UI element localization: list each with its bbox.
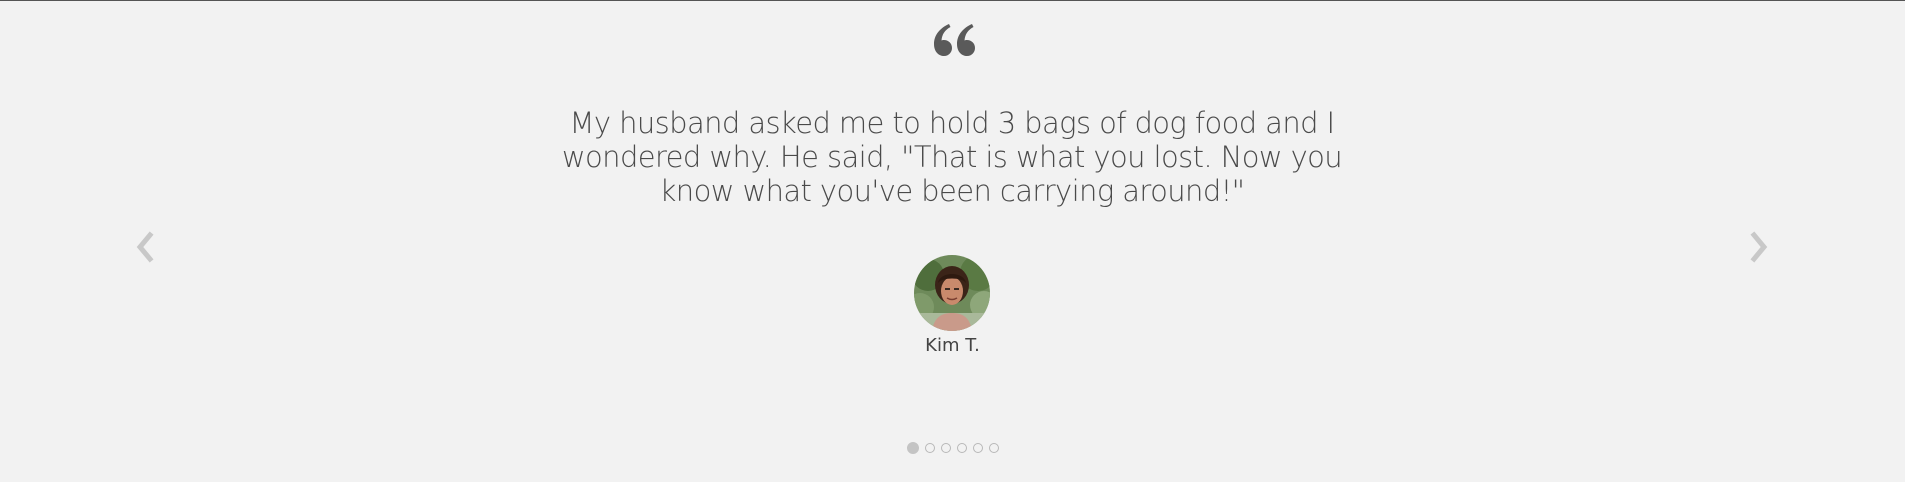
author-avatar	[914, 255, 990, 331]
pagination-dot-4[interactable]	[956, 443, 967, 453]
pagination-dot-3[interactable]	[940, 443, 951, 453]
testimonial-carousel: My husband asked me to hold 3 bags of do…	[0, 0, 1905, 482]
carousel-next-button[interactable]	[1742, 230, 1774, 264]
carousel-pagination	[0, 442, 1905, 454]
quote-open-icon	[0, 22, 1905, 82]
testimonial-quote: My husband asked me to hold 3 bags of do…	[561, 106, 1343, 208]
carousel-prev-button[interactable]	[130, 230, 162, 264]
pagination-dot-6[interactable]	[988, 443, 999, 453]
chevron-left-icon	[136, 231, 154, 263]
pagination-dot-1[interactable]	[906, 442, 919, 454]
author-name: Kim T.	[925, 335, 980, 356]
pagination-dot-5[interactable]	[972, 443, 983, 453]
pagination-dot-2[interactable]	[924, 443, 935, 453]
chevron-right-icon	[1750, 231, 1768, 263]
